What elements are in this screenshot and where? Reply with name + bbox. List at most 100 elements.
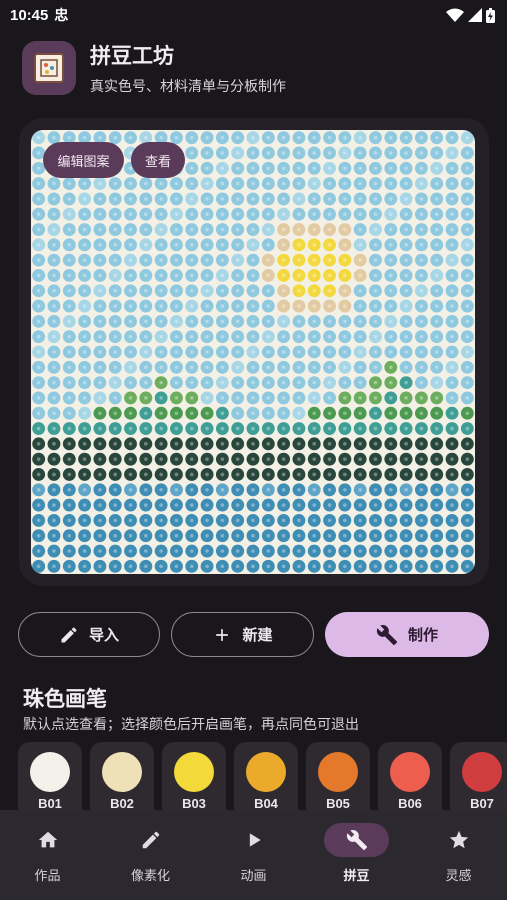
- bead-hole: [343, 258, 347, 262]
- bead-hole: [388, 288, 393, 293]
- bead-hole: [205, 243, 209, 247]
- bead-hole: [67, 442, 72, 446]
- import-button[interactable]: 导入: [18, 612, 160, 657]
- signal-icon: [468, 8, 482, 22]
- bead-hole: [251, 288, 255, 293]
- bead-hole: [235, 258, 240, 262]
- swatch-code: B07: [470, 796, 494, 811]
- bead-hole: [312, 151, 317, 155]
- bead-hole: [434, 258, 439, 262]
- nav-label: 作品: [34, 869, 61, 884]
- bead-hole: [434, 487, 439, 492]
- swatch-b06[interactable]: B06: [378, 742, 442, 812]
- swatch-b02[interactable]: B02: [90, 742, 154, 812]
- bead-hole: [189, 365, 194, 370]
- bead-hole: [434, 350, 439, 354]
- bead-hole: [159, 258, 163, 262]
- bead-hole: [404, 396, 408, 400]
- bead-hole: [144, 564, 148, 569]
- pencil-icon: [61, 626, 77, 642]
- bead-hole: [312, 503, 317, 507]
- bead-hole: [450, 365, 454, 370]
- bead-hole: [373, 396, 378, 400]
- bead-hole: [159, 304, 163, 308]
- bead-hole: [98, 411, 102, 416]
- nav-works[interactable]: 作品: [0, 810, 98, 900]
- bead-hole: [82, 442, 87, 446]
- bead-hole: [388, 411, 393, 416]
- view-button[interactable]: 查看: [131, 142, 185, 178]
- nav-animation[interactable]: 动画: [203, 810, 304, 900]
- bead-hole: [388, 350, 393, 354]
- swatch-b05[interactable]: B05: [306, 742, 370, 812]
- bead-hole: [52, 457, 56, 461]
- bead-hole: [297, 304, 301, 308]
- bead-hole: [266, 273, 271, 278]
- bead-hole: [235, 396, 240, 400]
- bead-hole: [36, 319, 41, 324]
- bead-hole: [144, 258, 148, 262]
- bead-hole: [388, 472, 393, 477]
- swatch-code: B06: [398, 796, 422, 811]
- bead-hole: [82, 258, 87, 262]
- bead-hole: [235, 442, 240, 446]
- bead-hole: [205, 212, 209, 217]
- bead-hole: [189, 472, 194, 477]
- bead-hole: [235, 487, 240, 492]
- bead-hole: [297, 442, 301, 446]
- swatch-b01[interactable]: B01: [18, 742, 82, 812]
- nav-inspiration[interactable]: 灵感: [408, 810, 507, 900]
- bead-hole: [404, 227, 408, 232]
- bead-hole: [128, 243, 133, 247]
- bead-hole: [67, 503, 72, 507]
- bead-hole: [52, 197, 56, 201]
- bead-hole: [465, 304, 470, 308]
- swatch-b07[interactable]: B07: [450, 742, 507, 812]
- bead-hole: [434, 212, 439, 217]
- bead-hole: [419, 396, 424, 400]
- bead-hole: [297, 549, 301, 553]
- bead-hole: [98, 197, 102, 201]
- bead-hole: [159, 288, 163, 293]
- bead-hole: [419, 304, 424, 308]
- bead-hole: [450, 288, 454, 293]
- bead-hole: [159, 273, 163, 278]
- bead-hole: [113, 135, 118, 140]
- bead-hole: [220, 396, 225, 400]
- bead-hole: [266, 288, 271, 293]
- bead-hole: [205, 319, 209, 324]
- bead-hole: [465, 549, 470, 553]
- bead-hole: [174, 135, 179, 140]
- bead-hole: [404, 151, 408, 155]
- bead-hole: [144, 273, 148, 278]
- make-button[interactable]: 制作: [325, 612, 489, 657]
- bead-board[interactable]: [31, 130, 475, 574]
- bead-hole: [205, 304, 209, 308]
- new-button[interactable]: 新建: [171, 612, 314, 657]
- bead-hole: [266, 166, 271, 171]
- bead-hole: [52, 533, 56, 538]
- bead-grid[interactable]: [31, 130, 475, 574]
- bead-hole: [251, 472, 255, 477]
- edit-pattern-button[interactable]: 编辑图案: [43, 142, 124, 178]
- bead-hole: [235, 166, 240, 171]
- bead-hole: [67, 243, 72, 247]
- bead-hole: [312, 304, 317, 308]
- nav-pixelate[interactable]: 像素化: [100, 810, 201, 900]
- bead-hole: [388, 273, 393, 278]
- swatch-b03[interactable]: B03: [162, 742, 226, 812]
- bead-hole: [113, 227, 118, 232]
- bead-hole: [373, 181, 378, 186]
- bead-hole: [251, 380, 255, 385]
- bead-hole: [358, 472, 362, 477]
- bead-hole: [159, 564, 163, 569]
- bead-hole: [297, 227, 301, 232]
- app-title: 拼豆工坊: [90, 44, 174, 68]
- nav-beads[interactable]: 拼豆: [306, 810, 407, 900]
- bead-hole: [220, 334, 225, 339]
- bead-hole: [373, 212, 378, 217]
- bead-hole: [205, 564, 209, 569]
- swatch-b04[interactable]: B04: [234, 742, 298, 812]
- bead-hole: [388, 487, 393, 492]
- bead-hole: [220, 135, 225, 140]
